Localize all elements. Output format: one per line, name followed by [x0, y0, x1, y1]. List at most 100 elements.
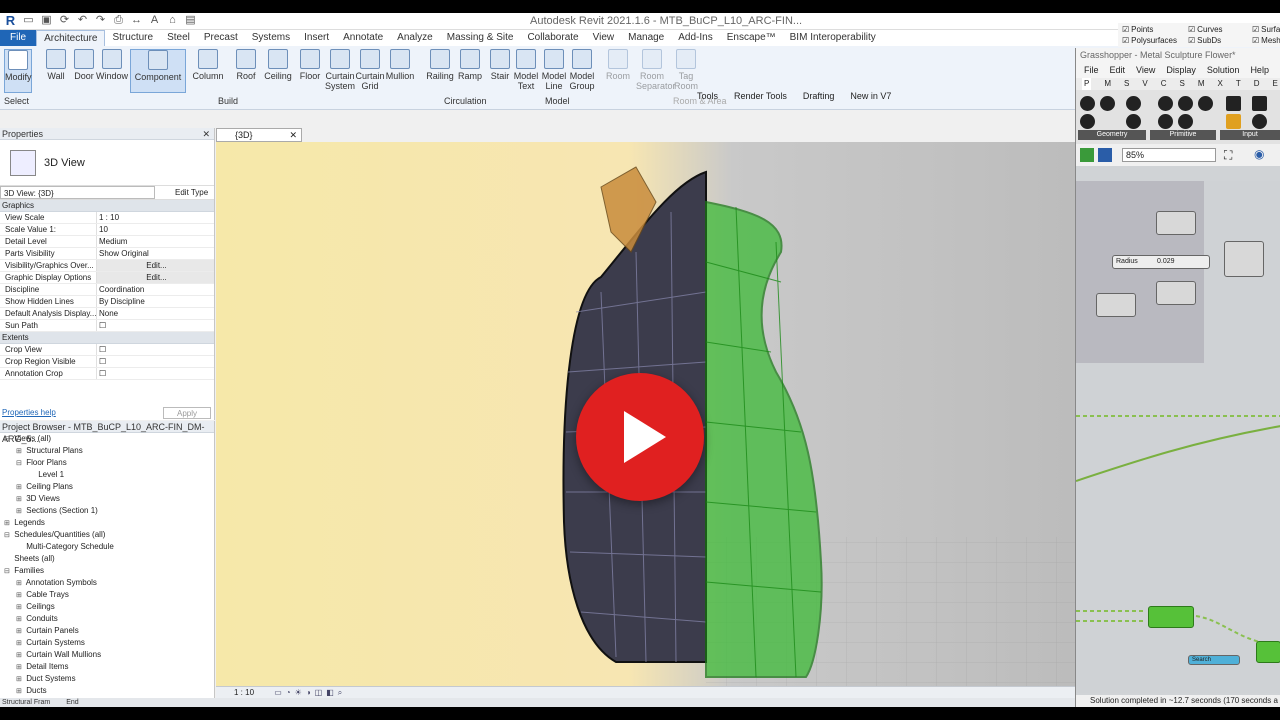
gh-tab[interactable]: S — [1124, 78, 1129, 90]
property-row[interactable]: Show Hidden Lines By Discipline — [0, 296, 214, 308]
tab-collaborate[interactable]: Collaborate — [520, 30, 585, 46]
close-icon[interactable]: ✕ — [289, 129, 297, 141]
property-row[interactable]: Sun Path ☐ — [0, 320, 214, 332]
tab-structure[interactable]: Structure — [105, 30, 160, 46]
ribbon-button[interactable]: Column — [192, 49, 224, 93]
search-node[interactable]: Search — [1188, 655, 1240, 665]
type-selector[interactable]: 3D View — [0, 140, 214, 186]
gh-menu-item[interactable]: Help — [1250, 62, 1269, 78]
play-button[interactable] — [576, 373, 704, 501]
browser-item[interactable]: ⊞ 3D Views — [0, 493, 214, 505]
zoom-select[interactable]: 85% — [1122, 148, 1216, 162]
tab-systems[interactable]: Systems — [245, 30, 297, 46]
addon-tab[interactable]: Tools — [697, 91, 718, 101]
filter-checkbox[interactable]: Curves — [1188, 25, 1222, 34]
apply-button[interactable]: Apply — [163, 407, 211, 419]
tab-view[interactable]: View — [586, 30, 622, 46]
view-control-icons[interactable]: ▭◔☀◑◫◧⌕ — [274, 688, 346, 697]
save-icon[interactable]: ▣ — [40, 14, 53, 27]
ribbon-button[interactable]: Mullion — [384, 49, 416, 93]
browser-item[interactable]: ⊞ Conduits — [0, 613, 214, 625]
group-input[interactable]: Input — [1220, 130, 1280, 140]
gh-menu-item[interactable]: Edit — [1110, 62, 1126, 78]
component-icon[interactable] — [1226, 96, 1241, 111]
property-row[interactable]: Default Analysis Display... None — [0, 308, 214, 320]
ribbon-button[interactable]: Model Group — [566, 49, 598, 93]
tab-add-ins[interactable]: Add-Ins — [671, 30, 719, 46]
gh-tab[interactable]: S — [1179, 78, 1184, 90]
ribbon-button[interactable]: Room — [602, 49, 634, 93]
close-icon[interactable]: ✕ — [202, 128, 210, 140]
gh-tab[interactable]: P — [1082, 78, 1092, 90]
ribbon-button[interactable]: Window — [96, 49, 128, 93]
expand-icon[interactable]: ⊟ — [4, 566, 12, 578]
group-graphics[interactable]: Graphics — [0, 200, 214, 212]
property-row[interactable]: Crop View ☐ — [0, 344, 214, 356]
tab-analyze[interactable]: Analyze — [390, 30, 440, 46]
switch-windows-icon[interactable]: ▤ — [184, 14, 197, 27]
ribbon-button[interactable]: Curtain Grid — [354, 49, 386, 93]
ribbon-button[interactable]: Curtain System — [324, 49, 356, 93]
ribbon-button[interactable]: Floor — [294, 49, 326, 93]
property-row[interactable]: View Scale 1 : 10 — [0, 212, 214, 224]
tab-annotate[interactable]: Annotate — [336, 30, 390, 46]
property-row[interactable]: Annotation Crop ☐ — [0, 368, 214, 380]
tab-steel[interactable]: Steel — [160, 30, 197, 46]
browser-item[interactable]: ⊞ Ducts — [0, 685, 214, 697]
ribbon-button[interactable]: Ramp — [454, 49, 486, 93]
browser-item[interactable]: ⊞ Detail Items — [0, 661, 214, 673]
browser-item[interactable]: ⊞ Cable Trays — [0, 589, 214, 601]
open-file-icon[interactable] — [1080, 148, 1094, 162]
property-row[interactable]: Parts Visibility Show Original — [0, 248, 214, 260]
expand-icon[interactable]: ⊟ — [4, 530, 12, 542]
ribbon-button[interactable]: Ceiling — [262, 49, 294, 93]
modify-button[interactable]: Modify — [4, 49, 32, 93]
group-primitive[interactable]: Primitive — [1150, 130, 1216, 140]
property-row[interactable]: Visibility/Graphics Over... Edit... — [0, 260, 214, 272]
browser-item[interactable]: ⊞ Curtain Panels — [0, 625, 214, 637]
addon-tab[interactable]: Render Tools — [734, 91, 787, 101]
browser-item[interactable]: Sheets (all) — [0, 553, 214, 565]
component-icon[interactable] — [1126, 96, 1141, 111]
component-icon[interactable] — [1178, 96, 1193, 111]
browser-item[interactable]: ⊞ Legends — [0, 517, 214, 529]
end-checkbox[interactable]: End — [66, 699, 78, 706]
expand-icon[interactable]: ⊟ — [16, 458, 24, 470]
revit-logo-icon[interactable]: R — [4, 14, 17, 27]
measure-icon[interactable]: ↔ — [130, 14, 143, 27]
gh-menu-item[interactable]: Solution — [1207, 62, 1240, 78]
tab-bim-interoperability[interactable]: BIM Interoperability — [783, 30, 883, 46]
browser-item[interactable]: ⊞ Curtain Systems — [0, 637, 214, 649]
component-icon[interactable] — [1100, 96, 1115, 111]
gh-tab[interactable]: E — [1273, 78, 1278, 90]
select-dropdown[interactable]: Select — [4, 96, 29, 106]
browser-item[interactable]: ⊟ Views (all) — [0, 433, 214, 445]
component-icon[interactable] — [1080, 114, 1095, 129]
browser-item[interactable]: ⊞ Structural Plans — [0, 445, 214, 457]
gh-tab[interactable]: M — [1198, 78, 1205, 90]
property-row[interactable]: Discipline Coordination — [0, 284, 214, 296]
gh-menu-item[interactable]: View — [1136, 62, 1155, 78]
component-icon[interactable] — [1178, 114, 1193, 129]
browser-item[interactable]: ⊞ Ceilings — [0, 601, 214, 613]
component-icon[interactable] — [1252, 114, 1267, 129]
component-icon[interactable] — [1226, 114, 1241, 129]
component-icon[interactable] — [1080, 96, 1095, 111]
open-icon[interactable]: ▭ — [22, 14, 35, 27]
preview-eye-icon[interactable]: ◉ — [1254, 147, 1264, 161]
browser-item[interactable]: ⊞ Duct Systems — [0, 673, 214, 685]
ribbon-button[interactable]: Roof — [230, 49, 262, 93]
component-icon[interactable] — [1158, 114, 1173, 129]
gh-tab[interactable]: C — [1161, 78, 1167, 90]
tab-file[interactable]: File — [0, 30, 37, 46]
property-row[interactable]: Graphic Display Options Edit... — [0, 272, 214, 284]
browser-item[interactable]: ⊟ Schedules/Quantities (all) — [0, 529, 214, 541]
text-icon[interactable]: A — [148, 14, 161, 27]
gh-menu-item[interactable]: Display — [1166, 62, 1196, 78]
ribbon-button[interactable]: Tag Room — [670, 49, 702, 93]
property-row[interactable]: Crop Region Visible ☐ — [0, 356, 214, 368]
checkbox[interactable]: ☐ — [96, 356, 214, 367]
filter-checkbox[interactable]: Points — [1122, 25, 1153, 34]
3d-view-icon[interactable]: ⌂ — [166, 14, 179, 27]
group-extents[interactable]: Extents — [0, 332, 214, 344]
